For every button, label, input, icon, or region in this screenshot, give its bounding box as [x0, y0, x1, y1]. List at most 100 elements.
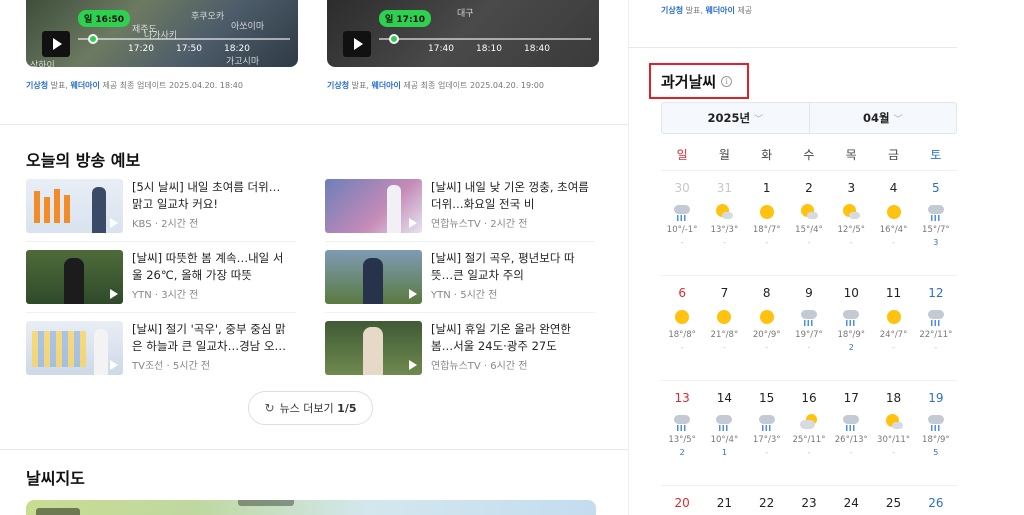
- calendar-day[interactable]: 21: [703, 486, 745, 512]
- credit-source[interactable]: 기상청: [26, 81, 48, 90]
- calendar-day[interactable]: 1 18°/7° -: [746, 171, 788, 248]
- day-temperature: 18°/9°: [837, 330, 866, 340]
- credit-provider[interactable]: 웨더아이: [705, 6, 734, 15]
- rain-icon: [800, 308, 818, 326]
- news-title[interactable]: [날씨] 절기 곡우, 평년보다 따뜻…큰 일교차 주의: [431, 250, 593, 284]
- credit-update: 제공 최종 업데이트 2025.04.20. 19:00: [400, 81, 544, 90]
- calendar-day[interactable]: 25: [872, 486, 914, 512]
- calendar-day[interactable]: 5 15°/7° 3: [915, 171, 957, 248]
- calendar-day[interactable]: 14 10°/4° 1: [703, 381, 745, 458]
- play-button[interactable]: [343, 31, 371, 57]
- map-control[interactable]: [238, 500, 294, 506]
- calendar-day[interactable]: 3 12°/5° -: [830, 171, 872, 248]
- radar-map[interactable]: 대구 일 17:10 17:40 18:10 18:40: [327, 0, 599, 67]
- calendar-week: 30 10°/-1° - 31 13°/3° - 1 18°/7° - 2 15°/4° - 3 12°/…: [661, 170, 957, 274]
- rain-icon: [927, 308, 945, 326]
- past-weather-title: 과거날씨: [661, 72, 717, 91]
- calendar-day[interactable]: 6 18°/8° -: [661, 276, 703, 353]
- calendar-day[interactable]: 2 15°/4° -: [788, 171, 830, 248]
- day-number: 23: [801, 496, 817, 510]
- news-title[interactable]: [날씨] 내일 낮 기온 껑충, 초여름 더위…화요일 전국 비: [431, 179, 593, 213]
- day-number: 22: [759, 496, 775, 510]
- calendar-day[interactable]: 17 26°/13° -: [830, 381, 872, 458]
- month-select[interactable]: 04월 ﹀: [808, 103, 957, 133]
- play-button[interactable]: [42, 31, 70, 57]
- news-item[interactable]: [날씨] 휴일 기온 올라 완연한 봄…서울 24도·광주 27도 연합뉴스TV…: [325, 321, 595, 377]
- news-title[interactable]: [5시 날씨] 내일 초여름 더위… 맑고 일교차 커요!: [132, 179, 294, 213]
- news-thumbnail[interactable]: [26, 321, 123, 375]
- timeline-slider[interactable]: [78, 34, 290, 44]
- year-select[interactable]: 2025년 ﹀: [662, 103, 809, 133]
- day-precipitation: -: [849, 448, 853, 457]
- weather-map-preview[interactable]: [26, 500, 596, 515]
- news-title[interactable]: [날씨] 따뜻한 봄 계속…내일 서울 26℃, 올해 가장 따뜻: [132, 250, 294, 284]
- credit-provider[interactable]: 웨더아이: [70, 81, 99, 90]
- news-thumbnail[interactable]: [325, 321, 422, 375]
- map-place-label: 아쏘이마: [231, 22, 265, 32]
- calendar-day[interactable]: 26: [915, 486, 957, 512]
- news-thumbnail[interactable]: [325, 179, 422, 233]
- rain-icon: [842, 308, 860, 326]
- credit-provider[interactable]: 웨더아이: [371, 81, 400, 90]
- calendar-day[interactable]: 20: [661, 486, 703, 512]
- news-thumbnail[interactable]: [325, 250, 422, 304]
- timeline-slider[interactable]: [379, 34, 591, 44]
- day-number: 9: [805, 286, 813, 300]
- calendar-day[interactable]: 16 25°/11° -: [788, 381, 830, 458]
- news-thumbnail[interactable]: [26, 179, 123, 233]
- news-item[interactable]: [날씨] 따뜻한 봄 계속…내일 서울 26℃, 올해 가장 따뜻 YTN · …: [26, 250, 296, 306]
- calendar-day[interactable]: 11 24°/7° -: [872, 276, 914, 353]
- day-precipitation: -: [807, 343, 811, 352]
- news-thumbnail[interactable]: [26, 250, 123, 304]
- time-pill: 일 17:10: [379, 10, 432, 27]
- calendar-day[interactable]: 13 13°/5° 2: [661, 381, 703, 458]
- weather-map-title: 날씨지도: [26, 469, 85, 488]
- calendar-day[interactable]: 12 22°/11° -: [915, 276, 957, 353]
- credit-source[interactable]: 기상청: [661, 6, 683, 15]
- credit-source[interactable]: 기상청: [327, 81, 349, 90]
- calendar-day[interactable]: 7 21°/8° -: [703, 276, 745, 353]
- timeline-tick: 18:20: [224, 44, 250, 54]
- news-item[interactable]: [5시 날씨] 내일 초여름 더위… 맑고 일교차 커요! KBS · 2시간 …: [26, 179, 296, 235]
- calendar-day[interactable]: 4 16°/4° -: [872, 171, 914, 248]
- calendar-day[interactable]: 8 20°/9° -: [746, 276, 788, 353]
- timeline-handle[interactable]: [389, 34, 399, 44]
- day-precipitation: -: [680, 343, 684, 352]
- map-place-label: 대구: [457, 9, 474, 19]
- timeline-handle[interactable]: [88, 34, 98, 44]
- calendar-day[interactable]: 23: [788, 486, 830, 512]
- day-number: 19: [928, 391, 944, 405]
- calendar-day[interactable]: 19 18°/9° 5: [915, 381, 957, 458]
- news-item[interactable]: [날씨] 절기 곡우, 평년보다 따뜻…큰 일교차 주의 YTN · 5시간 전: [325, 250, 595, 306]
- calendar-day[interactable]: 15 17°/3° -: [746, 381, 788, 458]
- rain-icon: [715, 413, 733, 431]
- row-divider: [26, 241, 296, 242]
- satellite-map[interactable]: 후쿠오카 아쏘이마 나가사키 제주도 가고시마 상하이 일 16:50 17:2…: [26, 0, 298, 67]
- map-control[interactable]: [36, 508, 80, 515]
- day-precipitation: -: [722, 343, 726, 352]
- calendar-day[interactable]: 24: [830, 486, 872, 512]
- news-item[interactable]: [날씨] 내일 낮 기온 껑충, 초여름 더위…화요일 전국 비 연합뉴스TV …: [325, 179, 595, 235]
- news-title[interactable]: [날씨] 절기 '곡우', 중부 중심 맑은 하늘과 큰 일교차…경남 오…: [132, 321, 294, 355]
- day-number: 7: [720, 286, 729, 300]
- day-temperature: 13°/5°: [668, 435, 696, 445]
- calendar-day[interactable]: 22: [746, 486, 788, 512]
- play-icon: [110, 218, 118, 228]
- info-icon[interactable]: i: [721, 75, 733, 87]
- calendar-day[interactable]: 31 13°/3° -: [703, 171, 745, 248]
- calendar-day[interactable]: 9 19°/7° -: [788, 276, 830, 353]
- weekday-label: 금: [887, 148, 899, 162]
- calendar-day[interactable]: 10 18°/9° 2: [830, 276, 872, 353]
- calendar-day[interactable]: 18 30°/11° -: [872, 381, 914, 458]
- weekday-label: 월: [718, 148, 730, 162]
- day-temperature: 26°/13°: [834, 435, 868, 445]
- weekday-label: 토: [930, 148, 942, 162]
- calendar-day[interactable]: 30 10°/-1° -: [661, 171, 703, 248]
- section-divider: [629, 47, 957, 48]
- news-title[interactable]: [날씨] 휴일 기온 올라 완연한 봄…서울 24도·광주 27도: [431, 321, 593, 355]
- day-precipitation: -: [807, 238, 811, 247]
- rain-icon: [927, 203, 945, 221]
- more-news-button[interactable]: ↻ 뉴스 더보기 1/5: [248, 391, 373, 425]
- news-item[interactable]: [날씨] 절기 '곡우', 중부 중심 맑은 하늘과 큰 일교차…경남 오… T…: [26, 321, 296, 377]
- day-temperature: 22°/11°: [919, 330, 953, 340]
